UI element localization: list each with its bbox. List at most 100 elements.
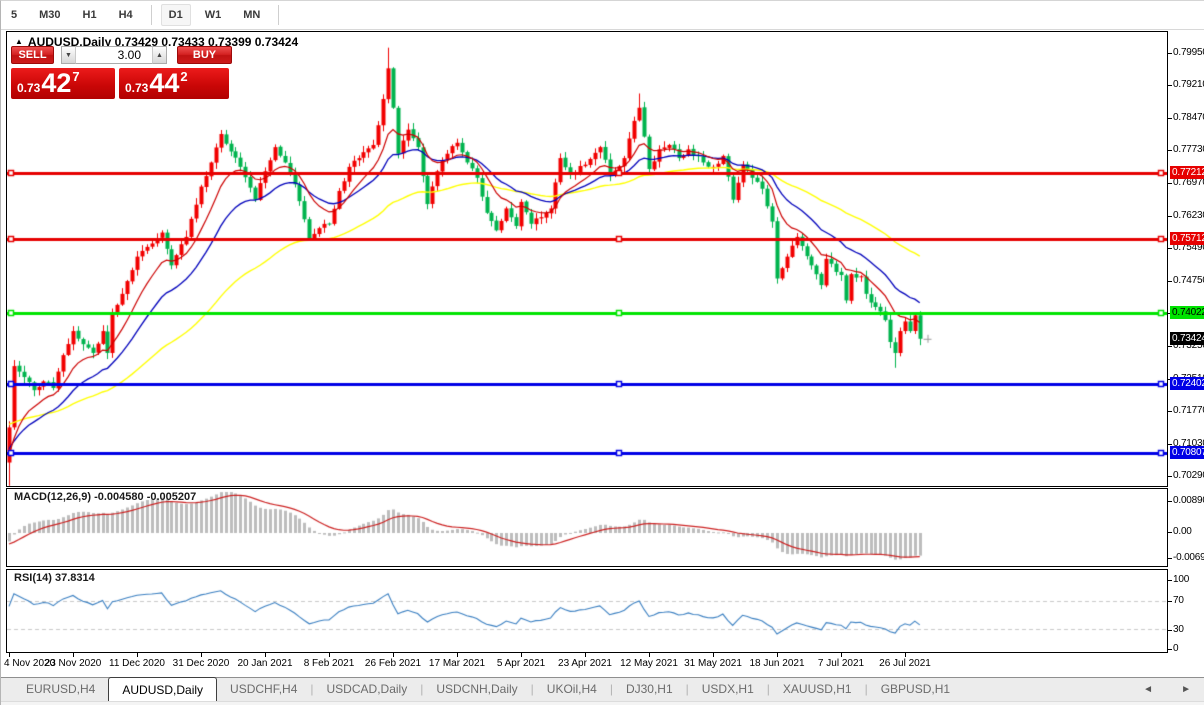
date-axis-label: 4 Nov 2020 (4, 658, 56, 669)
bid-price-prefix: 0.73 (17, 81, 41, 95)
date-axis-label: 8 Feb 2021 (303, 658, 355, 669)
spin-up-icon: ▲ (156, 51, 163, 59)
oneclick-collapse-icon[interactable]: ▲ (15, 37, 23, 46)
timeframe-button-mn[interactable]: MN (235, 4, 268, 26)
spin-down-icon: ▼ (65, 51, 72, 59)
ask-quote-button[interactable]: 0.73 44 2 (119, 68, 229, 99)
macd-indicator-label: MACD(12,26,9) -0.004580 -0.005207 (14, 491, 196, 503)
axis-tick-mark (1168, 411, 1172, 412)
axis-tick-mark (1168, 216, 1172, 217)
date-axis-label: 23 Apr 2021 (558, 658, 612, 669)
chart-tab-gbpusd-h1[interactable]: GBPUSD,H1 (868, 678, 963, 701)
price-level-badge: 0.72402 (1170, 377, 1204, 390)
axis-tick-mark (841, 653, 842, 657)
one-click-trading-panel: SELL ▼ ▲ BUY 0.73 42 7 0.73 44 2 (11, 46, 233, 99)
price-axis-label: 0.79210 (1173, 79, 1204, 90)
volume-decrease-button[interactable]: ▼ (61, 46, 75, 64)
price-axis-label: 0.71030 (1173, 438, 1204, 449)
sell-button[interactable]: SELL (11, 46, 54, 64)
axis-tick-mark (1168, 281, 1172, 282)
timeframe-button-m30[interactable]: M30 (31, 4, 68, 26)
timeframe-button-h1[interactable]: H1 (75, 4, 105, 26)
date-axis-label: 23 Nov 2020 (44, 658, 102, 669)
date-axis-label: 7 Jul 2021 (817, 658, 865, 669)
axis-tick-mark (1168, 580, 1172, 581)
chart-tab-usdx-h1[interactable]: USDX,H1 (689, 678, 767, 701)
timeframe-button-h4[interactable]: H4 (111, 4, 141, 26)
rsi-name: RSI(14) (14, 572, 52, 584)
price-axis-label: 0.74750 (1173, 275, 1204, 286)
date-axis-label: 11 Dec 2020 (109, 658, 165, 669)
chart-tab-eurusd-h4[interactable]: EURUSD,H4 (13, 678, 108, 701)
axis-tick-mark (1168, 150, 1172, 151)
macd-values: -0.004580 -0.005207 (94, 491, 197, 503)
volume-input[interactable] (75, 46, 153, 64)
axis-tick-mark (9, 653, 10, 657)
date-axis-label: 20 Jan 2021 (237, 658, 293, 669)
price-chart-panel (6, 31, 1168, 487)
current-price-badge: 0.73424 (1170, 332, 1204, 345)
price-level-badge: 0.70807 (1170, 446, 1204, 459)
chart-tab-audusd-daily[interactable]: AUDUSD,Daily (108, 677, 218, 701)
ask-price-prefix: 0.73 (125, 81, 149, 95)
axis-tick-mark (1168, 53, 1172, 54)
chart-tab-usdchf-h4[interactable]: USDCHF,H4 (217, 678, 310, 701)
axis-tick-mark (1168, 476, 1172, 477)
timeframe-button-5[interactable]: 5 (3, 4, 25, 26)
bid-price-pip: 7 (72, 69, 80, 84)
axis-tick-mark (1168, 444, 1172, 445)
axis-tick-mark (1168, 532, 1172, 533)
date-axis-label: 26 Jul 2021 (879, 658, 931, 669)
axis-tick-mark (393, 653, 394, 657)
price-axis-label: 0.70290 (1173, 470, 1204, 481)
rsi-axis-label: 30 (1173, 624, 1184, 635)
axis-tick-mark (1168, 649, 1172, 650)
price-axis-label: 0.73250 (1173, 340, 1204, 351)
tabs-scroll-left-icon[interactable]: ◄ (1143, 684, 1153, 695)
axis-tick-mark (1168, 183, 1172, 184)
price-axis-label: 0.76970 (1173, 177, 1204, 188)
timeframe-button-d1[interactable]: D1 (160, 4, 191, 26)
price-axis-label: 0.76230 (1173, 210, 1204, 221)
tabs-scroll-right-icon[interactable]: ► (1181, 684, 1191, 695)
bid-price-main: 42 (41, 68, 72, 98)
ask-price-pip: 2 (180, 69, 188, 84)
chart-tab-usdcnh-daily[interactable]: USDCNH,Daily (423, 678, 530, 701)
date-axis-label: 31 May 2021 (684, 658, 742, 669)
axis-tick-mark (905, 653, 906, 657)
chart-tabs-bar: EURUSD,H4 AUDUSD,Daily USDCHF,H4 | USDCAD,Da… (1, 677, 1204, 701)
macd-axis-label: 0.00 (1173, 526, 1192, 537)
axis-tick-mark (73, 653, 74, 657)
toolbar-separator (150, 5, 152, 25)
chart-tab-ukoil-h4[interactable]: UKOil,H4 (534, 678, 610, 701)
trade-quotes-row: 0.73 42 7 0.73 44 2 (11, 68, 233, 99)
rsi-panel (6, 569, 1168, 653)
price-axis-label: 0.78470 (1173, 112, 1204, 123)
axis-tick-mark (329, 653, 330, 657)
bid-quote-button[interactable]: 0.73 42 7 (11, 68, 115, 99)
axis-tick-mark (585, 653, 586, 657)
rsi-canvas[interactable] (7, 570, 1167, 652)
axis-tick-mark (201, 653, 202, 657)
axis-tick-mark (1168, 248, 1172, 249)
macd-axis-label: 0.00890 (1173, 495, 1204, 506)
status-strip (1, 701, 1204, 705)
chart-tab-dj30-h1[interactable]: DJ30,H1 (613, 678, 686, 701)
timeframe-toolbar: 5 M30 H1 H4 D1 W1 MN (1, 1, 1204, 30)
price-axis-label: 0.75490 (1173, 242, 1204, 253)
axis-tick-mark (1168, 601, 1172, 602)
chart-tab-usdcad-daily[interactable]: USDCAD,Daily (314, 678, 421, 701)
volume-increase-button[interactable]: ▲ (153, 46, 167, 64)
buy-button[interactable]: BUY (177, 46, 232, 64)
axis-tick-mark (1168, 630, 1172, 631)
date-axis-label: 31 Dec 2020 (172, 658, 230, 669)
rsi-axis-label: 0 (1173, 643, 1179, 654)
date-axis-label: 18 Jun 2021 (749, 658, 805, 669)
axis-tick-mark (1168, 346, 1172, 347)
price-chart-canvas[interactable] (7, 32, 1167, 486)
toolbar-separator (278, 5, 280, 25)
chart-tab-xauusd-h1[interactable]: XAUUSD,H1 (770, 678, 865, 701)
timeframe-button-w1[interactable]: W1 (197, 4, 230, 26)
axis-tick-mark (1168, 313, 1172, 314)
price-axis-label: 0.72510 (1173, 373, 1204, 384)
